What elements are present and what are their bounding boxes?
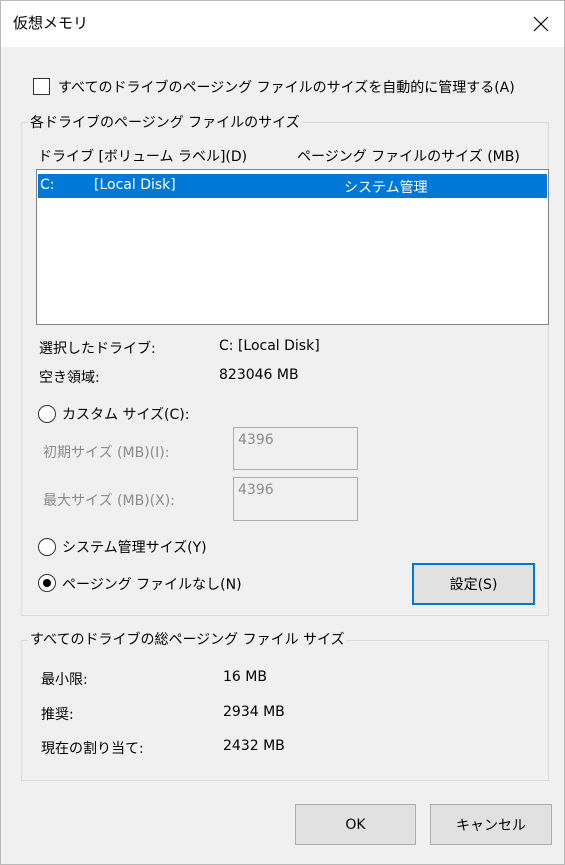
total-group-title: すべてのドライブの総ページング ファイル サイズ bbox=[28, 629, 347, 649]
max-size-label: 最大サイズ (MB)(X): bbox=[43, 493, 175, 509]
drive-column-header: ドライブ [ボリューム ラベル](D) bbox=[38, 149, 248, 165]
list-item-label: [Local Disk] bbox=[94, 177, 176, 193]
initial-size-label: 初期サイズ (MB)(I): bbox=[43, 445, 170, 461]
ok-button[interactable]: OK bbox=[295, 804, 416, 845]
ok-button-label: OK bbox=[345, 816, 366, 833]
free-space-value: 823046 MB bbox=[219, 367, 299, 383]
total-group-box bbox=[21, 640, 549, 781]
close-button[interactable] bbox=[518, 1, 564, 47]
selected-drive-value: C: [Local Disk] bbox=[219, 338, 320, 354]
list-item-size: システム管理 bbox=[344, 180, 428, 196]
virtual-memory-dialog: 仮想メモリ すべてのドライブのページング ファイルのサイズを自動的に管理する(A… bbox=[0, 0, 565, 865]
auto-manage-checkbox[interactable] bbox=[33, 78, 50, 95]
recommended-label: 推奨: bbox=[41, 707, 74, 723]
max-size-input[interactable]: 4396 bbox=[233, 477, 358, 521]
radio-selected-dot bbox=[43, 579, 51, 587]
cancel-button-label: キャンセル bbox=[456, 817, 526, 834]
custom-size-label[interactable]: カスタム サイズ(C): bbox=[62, 404, 189, 424]
title-bar: 仮想メモリ bbox=[1, 1, 564, 47]
auto-manage-label[interactable]: すべてのドライブのページング ファイルのサイズを自動的に管理する(A) bbox=[58, 77, 515, 97]
close-icon bbox=[533, 16, 549, 32]
custom-size-radio[interactable] bbox=[38, 405, 56, 423]
minimum-value: 16 MB bbox=[223, 669, 267, 685]
set-button[interactable]: 設定(S) bbox=[412, 563, 535, 605]
set-button-label: 設定(S) bbox=[449, 577, 498, 593]
size-column-header: ページング ファイルのサイズ (MB) bbox=[297, 149, 520, 165]
current-allocation-value: 2432 MB bbox=[223, 738, 285, 754]
selected-drive-label: 選択したドライブ: bbox=[39, 341, 156, 357]
window-title: 仮想メモリ bbox=[13, 14, 89, 32]
drive-list[interactable]: C: [Local Disk] システム管理 bbox=[36, 169, 549, 325]
minimum-label: 最小限: bbox=[41, 672, 88, 688]
system-managed-radio[interactable] bbox=[38, 538, 56, 556]
free-space-label: 空き領域: bbox=[39, 370, 100, 386]
initial-size-value: 4396 bbox=[238, 432, 274, 448]
no-paging-label[interactable]: ページング ファイルなし(N) bbox=[62, 574, 242, 594]
list-item[interactable]: C: [Local Disk] システム管理 bbox=[38, 174, 547, 198]
current-allocation-label: 現在の割り当て: bbox=[41, 741, 144, 757]
cancel-button[interactable]: キャンセル bbox=[430, 804, 552, 845]
drive-group-title: 各ドライブのページング ファイルのサイズ bbox=[28, 112, 302, 132]
recommended-value: 2934 MB bbox=[223, 704, 285, 720]
system-managed-label[interactable]: システム管理サイズ(Y) bbox=[62, 537, 207, 557]
list-item-drive: C: bbox=[40, 177, 55, 193]
no-paging-radio[interactable] bbox=[38, 574, 56, 592]
initial-size-input[interactable]: 4396 bbox=[233, 427, 358, 470]
max-size-value: 4396 bbox=[238, 482, 274, 498]
